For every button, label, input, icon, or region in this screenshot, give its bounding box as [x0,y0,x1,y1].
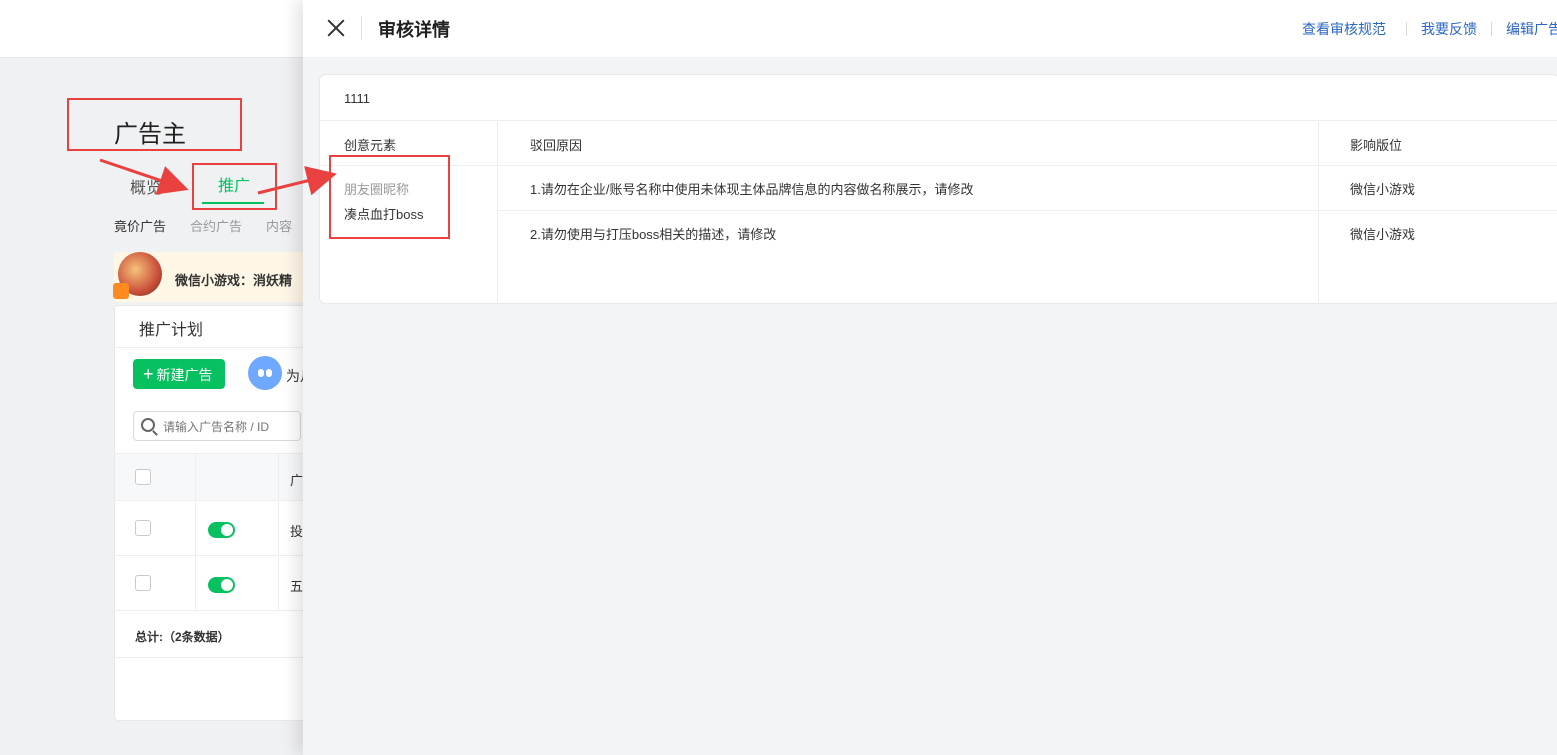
annotation-arrow [99,158,189,195]
annotation-arrow [257,166,337,196]
annotation-arrows [99,158,337,196]
